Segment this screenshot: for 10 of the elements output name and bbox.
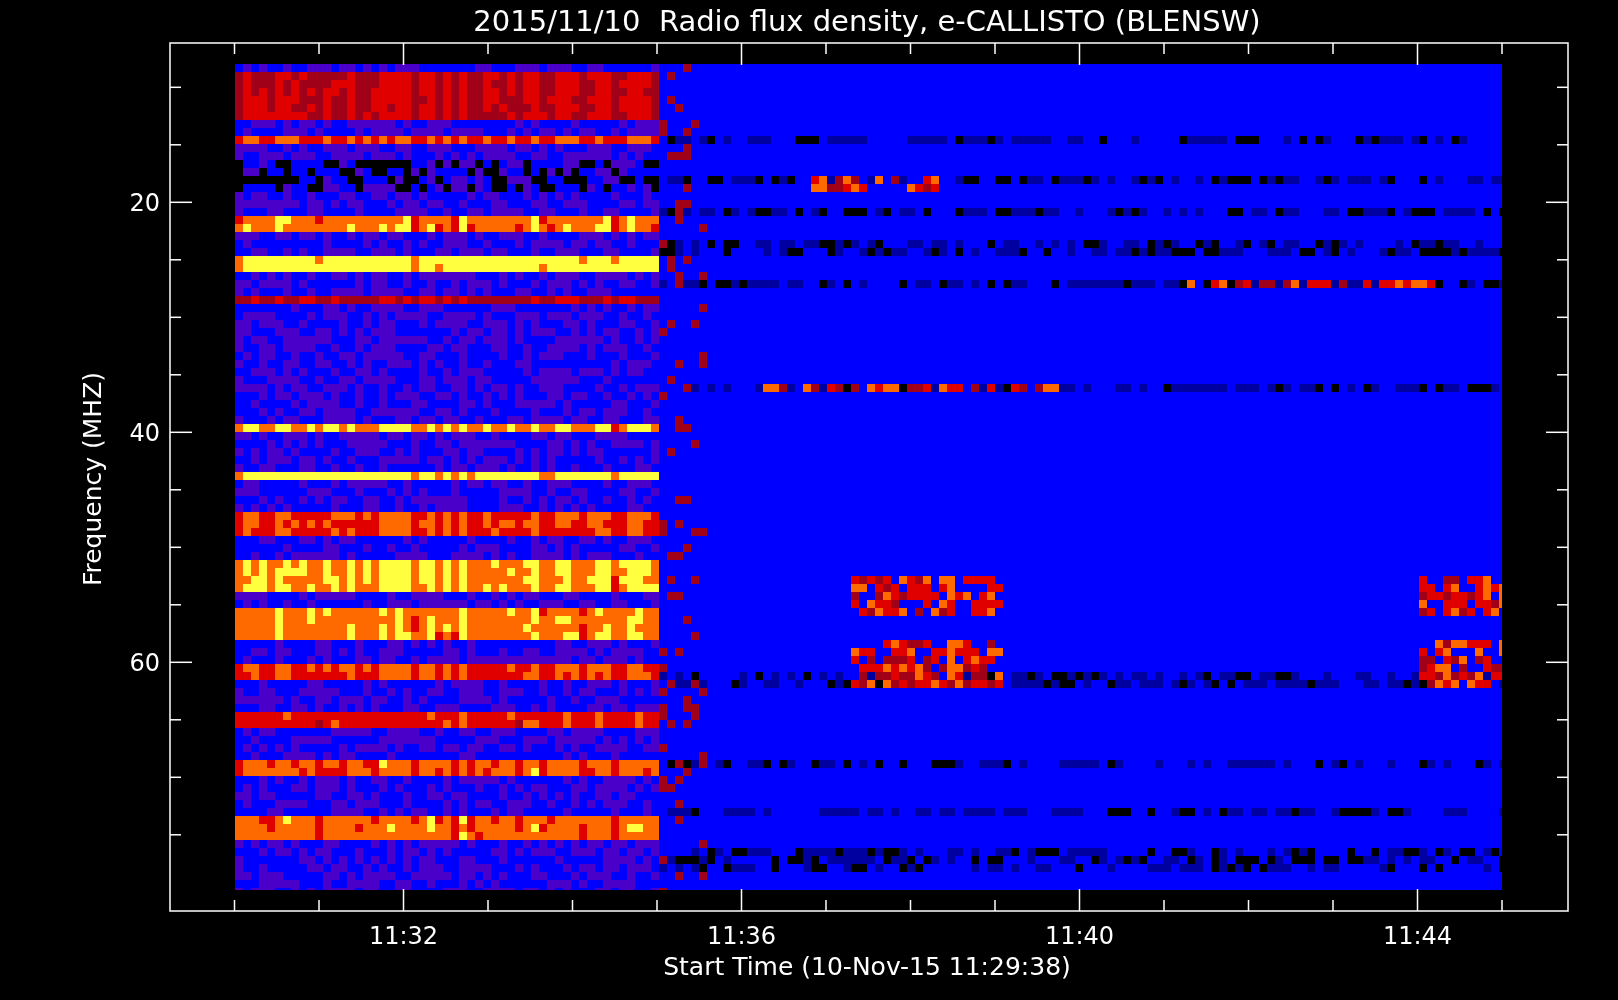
y-tick-label: 60: [129, 649, 160, 678]
x-tick-label: 11:40: [1044, 922, 1115, 950]
x-tick-label: 11:44: [1382, 922, 1453, 950]
x-axis-label: Start Time (10-Nov-15 11:29:38): [663, 952, 1071, 981]
y-axis-label: Frequency (MHZ): [78, 371, 107, 587]
y-tick-label: 20: [129, 189, 160, 218]
y-tick-label: 40: [129, 419, 160, 448]
x-tick-label: 11:32: [368, 922, 439, 950]
chart-title: 2015/11/10 Radio flux density, e-CALLISTO (BLENSW): [473, 4, 1261, 38]
x-tick-label: 11:36: [706, 922, 777, 950]
